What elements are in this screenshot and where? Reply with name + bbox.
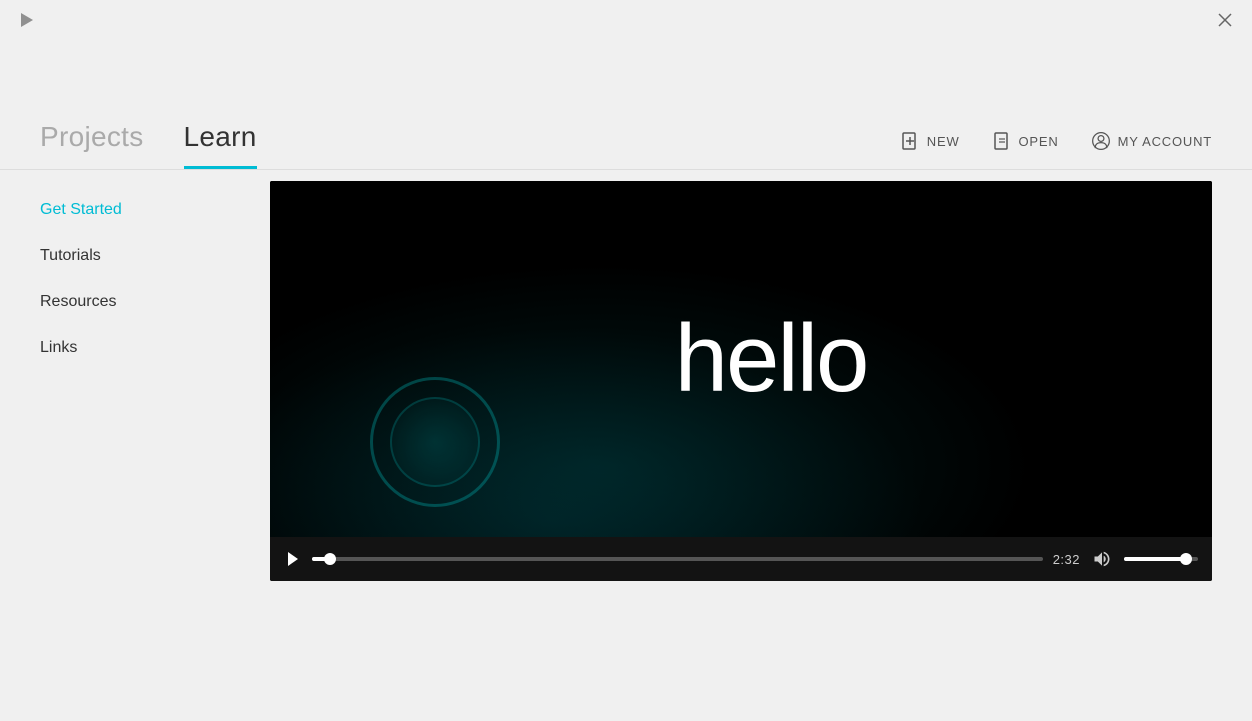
- my-account-button[interactable]: MY ACCOUNT: [1091, 131, 1212, 151]
- sidebar-item-resources[interactable]: Resources: [40, 283, 220, 321]
- progress-bar[interactable]: [312, 557, 1043, 561]
- sidebar-item-get-started[interactable]: Get Started: [40, 191, 220, 229]
- volume-thumb: [1180, 553, 1192, 565]
- open-button[interactable]: OPEN: [992, 131, 1059, 151]
- sidebar-item-links[interactable]: Links: [40, 329, 220, 367]
- title-bar: [0, 0, 1252, 40]
- play-icon: [285, 551, 301, 567]
- volume-icon: [1092, 549, 1112, 569]
- sidebar: Get Started Tutorials Resources Links: [0, 171, 260, 721]
- volume-bar[interactable]: [1124, 557, 1198, 561]
- nav-actions: NEW OPEN MY ACCOUNT: [900, 131, 1212, 169]
- tab-learn[interactable]: Learn: [184, 121, 257, 169]
- volume-button[interactable]: [1090, 547, 1114, 571]
- ring-decoration: [370, 377, 500, 507]
- content-area: Get Started Tutorials Resources Links he…: [0, 171, 1252, 721]
- sidebar-item-tutorials[interactable]: Tutorials: [40, 237, 220, 275]
- tab-projects[interactable]: Projects: [40, 121, 144, 169]
- video-area: hello 2:32: [260, 171, 1252, 721]
- close-button[interactable]: [1214, 9, 1236, 31]
- ring-inner: [390, 397, 480, 487]
- account-icon: [1091, 131, 1111, 151]
- video-content: hello: [270, 181, 1212, 537]
- play-button[interactable]: [284, 550, 302, 568]
- progress-thumb: [324, 553, 336, 565]
- video-container: hello 2:32: [270, 181, 1212, 581]
- app-icon: [16, 9, 38, 31]
- open-doc-icon: [992, 131, 1012, 151]
- video-hello-text: hello: [675, 304, 868, 414]
- time-display: 2:32: [1053, 552, 1080, 567]
- nav-tabs: Projects Learn: [40, 121, 257, 169]
- nav-bar: Projects Learn NEW OPEN: [0, 40, 1252, 170]
- volume-fill: [1124, 557, 1186, 561]
- video-controls: 2:32: [270, 537, 1212, 581]
- new-button[interactable]: NEW: [900, 131, 960, 151]
- new-doc-icon: [900, 131, 920, 151]
